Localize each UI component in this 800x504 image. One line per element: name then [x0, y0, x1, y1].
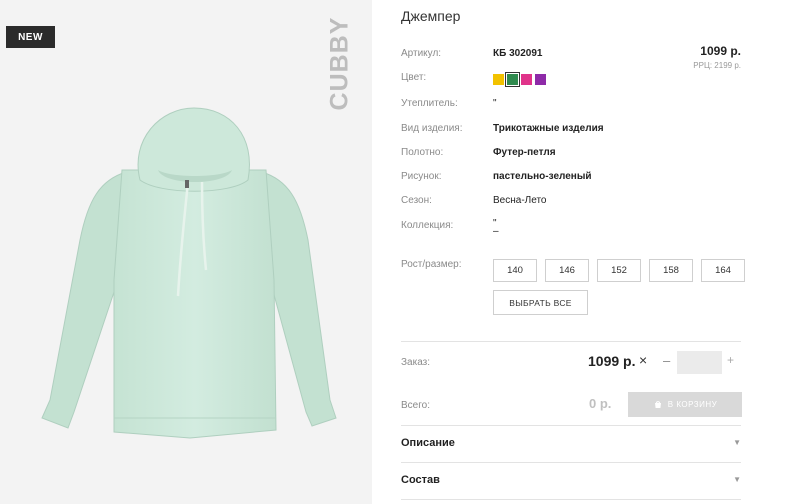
color-swatch-yellow[interactable]: [493, 74, 504, 85]
spec-label: Вид изделия:: [401, 123, 463, 134]
total-price: 0 р.: [589, 396, 612, 411]
brand-logo: CUBBY: [325, 16, 354, 110]
chevron-down-icon: ▼: [733, 438, 741, 447]
spec-label: Рисунок:: [401, 171, 442, 182]
spec-value: Трикотажные изделия: [493, 123, 604, 134]
hoodie-image: [41, 107, 337, 439]
recommended-price: РРЦ: 2199 р.: [693, 61, 741, 70]
color-swatches: [493, 72, 546, 87]
add-to-cart-button[interactable]: В КОРЗИНУ: [628, 392, 742, 417]
size-option-158[interactable]: 158: [649, 259, 693, 282]
product-title: Джемпер: [401, 8, 461, 24]
total-label: Всего:: [401, 400, 430, 411]
divider: [401, 499, 741, 500]
order-price: 1099 р.: [588, 353, 636, 369]
size-option-140[interactable]: 140: [493, 259, 537, 282]
spec-color: Цвет:: [401, 70, 741, 86]
product-photo[interactable]: NEW CUBBY: [0, 0, 372, 504]
color-swatch-purple[interactable]: [535, 74, 546, 85]
spec-label: Артикул:: [401, 48, 442, 59]
spec-value: КБ 302091: [493, 48, 543, 59]
color-swatch-green[interactable]: [505, 72, 520, 87]
accordion-title: Состав: [401, 474, 440, 486]
size-options: 140 146 152 158 164: [493, 259, 745, 282]
spec-collection: Коллекция: " –: [401, 218, 741, 238]
spec-label: Полотно:: [401, 147, 444, 158]
spec-value: пастельно-зеленый: [493, 171, 592, 182]
divider: [401, 341, 741, 342]
quantity-decrement-button[interactable]: –: [663, 353, 670, 368]
quantity-increment-button[interactable]: +: [727, 353, 734, 367]
cart-icon: [654, 400, 661, 408]
select-all-sizes-button[interactable]: ВЫБРАТЬ ВСЕ: [493, 290, 588, 315]
spec-label: Сезон:: [401, 195, 432, 206]
new-badge: NEW: [6, 26, 55, 48]
accordion-composition[interactable]: Состав ▼: [401, 472, 741, 490]
multiply-sign: ×: [639, 352, 648, 368]
spec-value: Весна-Лето: [493, 195, 547, 206]
size-option-146[interactable]: 146: [545, 259, 589, 282]
spec-fabric: Полотно: Футер-петля: [401, 145, 741, 161]
divider: [401, 425, 741, 426]
color-swatch-pink[interactable]: [521, 74, 532, 85]
spec-insulation: Утеплитель: ": [401, 96, 741, 112]
size-option-164[interactable]: 164: [701, 259, 745, 282]
spec-value: Футер-петля: [493, 147, 556, 158]
cart-button-label: В КОРЗИНУ: [667, 400, 718, 409]
spec-label: Коллекция:: [401, 220, 454, 231]
spec-label: Цвет:: [401, 72, 427, 83]
spec-value: ": [493, 98, 497, 109]
size-option-152[interactable]: 152: [597, 259, 641, 282]
divider: [401, 462, 741, 463]
spec-article: Артикул: КБ 302091: [401, 46, 741, 62]
quantity-input[interactable]: [677, 351, 722, 374]
spec-value: " –: [493, 218, 499, 237]
chevron-down-icon: ▼: [733, 475, 741, 484]
spec-season: Сезон: Весна-Лето: [401, 193, 741, 209]
accordion-description[interactable]: Описание ▼: [401, 435, 741, 453]
spec-label: Утеплитель:: [401, 98, 458, 109]
accordion-title: Описание: [401, 437, 455, 449]
spec-pattern: Рисунок: пастельно-зеленый: [401, 169, 741, 185]
product-info: Джемпер 1099 р. РРЦ: 2199 р. Артикул: КБ…: [401, 0, 745, 504]
order-label: Заказ:: [401, 357, 431, 368]
size-label: Рост/размер:: [401, 259, 462, 270]
spec-type: Вид изделия: Трикотажные изделия: [401, 121, 741, 137]
